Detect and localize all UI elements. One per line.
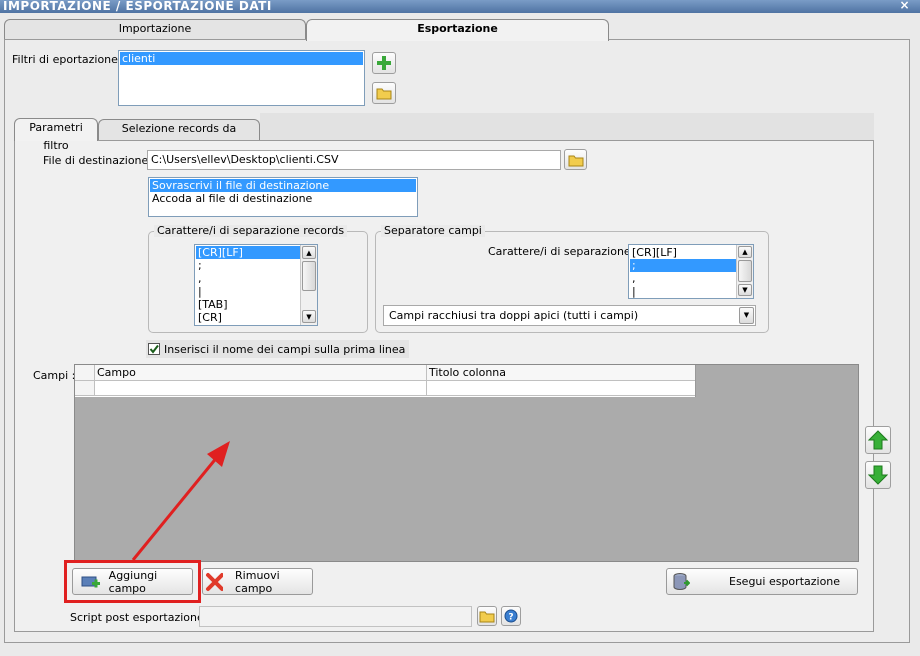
tab-parametri-filtro[interactable]: Parametri filtro	[14, 118, 98, 152]
tab-esportazione-label: Esportazione	[417, 22, 498, 35]
annotation-arrow	[131, 441, 230, 561]
tab-esportazione[interactable]: Esportazione	[306, 19, 609, 41]
